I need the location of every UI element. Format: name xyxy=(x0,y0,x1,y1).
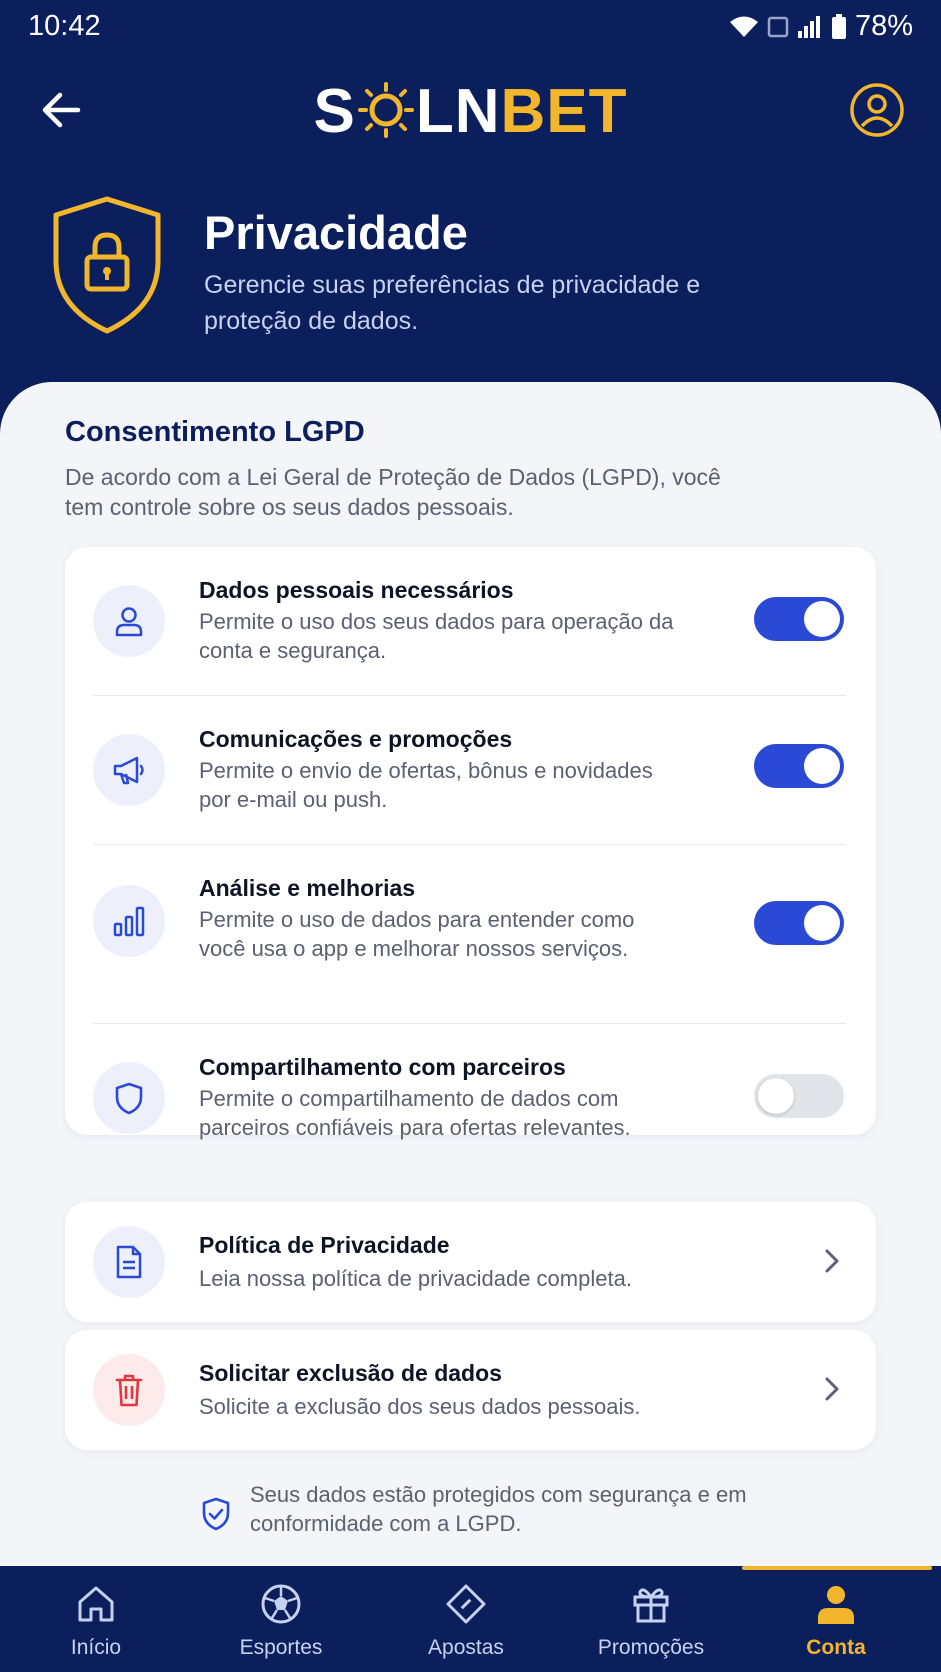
toggle-knob xyxy=(804,748,840,784)
app-bar: S LNBET xyxy=(0,70,941,150)
gift-icon xyxy=(633,1588,669,1623)
consent-item-analytics: Análise e melhorias Permite o uso de dad… xyxy=(65,845,876,1023)
battery-icon xyxy=(831,13,846,39)
nav-item-apostas[interactable]: Apostas xyxy=(372,1566,560,1672)
nav-label: Início xyxy=(70,1636,122,1659)
communications-toggle[interactable] xyxy=(754,744,844,788)
privacy-policy-link[interactable]: Política de Privacidade Leia nossa polít… xyxy=(65,1202,876,1322)
home-icon xyxy=(78,1586,114,1622)
partner-sharing-toggle[interactable] xyxy=(754,1074,844,1118)
user-filled-icon xyxy=(818,1586,854,1624)
ticket-icon xyxy=(446,1584,486,1624)
chevron-right-icon xyxy=(825,1249,839,1273)
link-title: Política de Privacidade xyxy=(199,1232,450,1258)
toggle-knob xyxy=(758,1078,794,1114)
status-icons: 78% xyxy=(729,10,913,43)
megaphone-icon xyxy=(113,756,144,785)
consent-card: Dados pessoais necessários Permite o uso… xyxy=(65,547,876,1140)
consent-item-description: Permite o envio de ofertas, bônus e novi… xyxy=(199,758,653,812)
consent-item-icon xyxy=(93,585,165,657)
consent-item-description: Permite o uso de dados para entender com… xyxy=(199,907,635,961)
analytics-toggle[interactable] xyxy=(754,901,844,945)
cast-icon xyxy=(767,16,789,37)
delete-data-link[interactable]: Solicitar exclusão de dados Solicite a e… xyxy=(65,1330,876,1450)
consent-item-title: Compartilhamento com parceiros xyxy=(199,1054,566,1080)
link-icon-circle xyxy=(93,1226,165,1298)
chevron-right-icon xyxy=(825,1377,839,1401)
user-icon xyxy=(115,607,143,637)
link-icon-circle xyxy=(93,1354,165,1426)
profile-icon[interactable] xyxy=(849,82,905,138)
toggle-knob xyxy=(804,601,840,637)
nav-label: Promoções xyxy=(597,1636,705,1659)
personal-data-toggle[interactable] xyxy=(754,597,844,641)
document-icon xyxy=(116,1245,142,1279)
nav-label: Conta xyxy=(806,1636,866,1659)
battery-percent: 78% xyxy=(854,10,913,42)
soccer-ball-icon xyxy=(261,1584,301,1624)
status-time: 10:42 xyxy=(28,10,101,42)
privacy-header: Privacidade Gerencie suas preferências d… xyxy=(0,195,941,345)
nav-item-inicio[interactable]: Início xyxy=(2,1566,190,1672)
status-bar: 10:42 78% xyxy=(0,0,941,56)
consent-section-title: Consentimento LGPD xyxy=(65,416,365,448)
consent-item-description: Permite o compartilhamento de dados com … xyxy=(199,1086,631,1140)
bottom-navigation: Início Esportes Apostas Promoções Conta xyxy=(0,1566,941,1672)
shield-check-icon xyxy=(202,1497,230,1531)
consent-item-communications: Comunicações e promoções Permite o envio… xyxy=(65,696,876,844)
logo-text-bet: BET xyxy=(500,77,628,146)
nav-item-esportes[interactable]: Esportes xyxy=(187,1566,375,1672)
consent-item-icon xyxy=(93,1062,165,1134)
security-note-text: Seus dados estão protegidos com seguranç… xyxy=(250,1482,747,1536)
page-subtitle: Gerencie suas preferências de privacidad… xyxy=(204,271,701,335)
consent-item-title: Análise e melhorias xyxy=(199,875,416,901)
nav-item-conta[interactable]: Conta xyxy=(742,1566,930,1672)
page-title: Privacidade xyxy=(204,206,468,259)
app-logo: S LNBET xyxy=(0,76,941,147)
bar-chart-icon xyxy=(113,906,145,937)
content-sheet: Consentimento LGPD De acordo com a Lei G… xyxy=(0,382,941,1567)
trash-icon xyxy=(115,1374,143,1407)
sun-logo-icon xyxy=(357,82,414,138)
link-title: Solicitar exclusão de dados xyxy=(199,1360,502,1386)
signal-icon xyxy=(797,15,820,38)
consent-item-icon xyxy=(93,885,165,957)
shield-lock-icon xyxy=(53,196,161,334)
consent-section-description: De acordo com a Lei Geral de Proteção de… xyxy=(65,464,721,520)
consent-item-partner-sharing: Compartilhamento com parceiros Permite o… xyxy=(65,1024,876,1140)
consent-item-title: Comunicações e promoções xyxy=(199,726,513,752)
nav-label: Apostas xyxy=(428,1636,504,1659)
toggle-knob xyxy=(804,905,840,941)
shield-icon xyxy=(115,1082,143,1115)
nav-label: Esportes xyxy=(239,1636,323,1659)
logo-text-s: S xyxy=(313,77,356,146)
nav-item-promocoes[interactable]: Promoções xyxy=(557,1566,745,1672)
consent-item-icon xyxy=(93,734,165,806)
consent-item-description: Permite o uso dos seus dados para operaç… xyxy=(199,609,674,663)
consent-item-title: Dados pessoais necessários xyxy=(199,577,514,603)
logo-text-ln: LN xyxy=(415,77,501,146)
consent-item-personal-data: Dados pessoais necessários Permite o uso… xyxy=(65,547,876,695)
link-description: Solicite a exclusão dos seus dados pesso… xyxy=(199,1394,641,1419)
link-description: Leia nossa política de privacidade compl… xyxy=(199,1266,632,1291)
wifi-icon xyxy=(729,16,758,37)
